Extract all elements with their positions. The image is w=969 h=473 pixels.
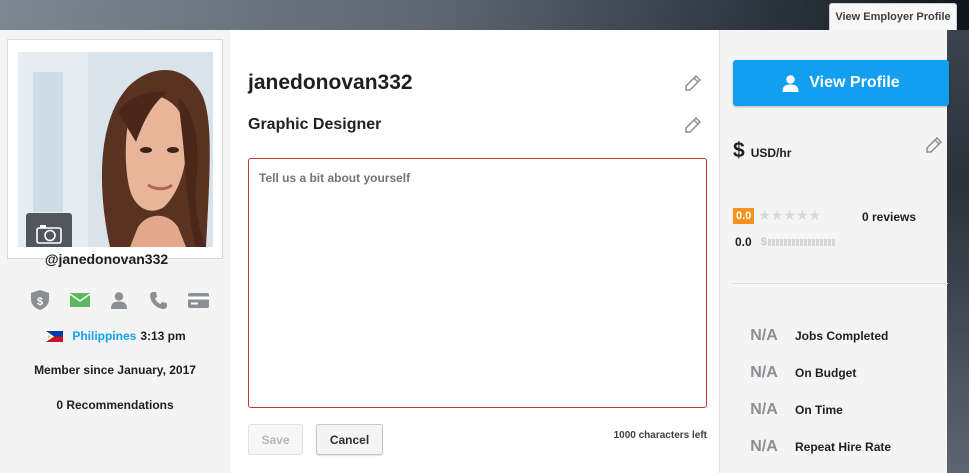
svg-text:$: $ xyxy=(37,296,43,308)
view-profile-label: View Profile xyxy=(809,74,900,91)
view-employer-profile-button[interactable]: View Employer Profile xyxy=(829,3,957,30)
shield-dollar-icon: $ xyxy=(29,289,51,311)
stat-label: On Budget xyxy=(795,365,857,380)
stat-label: Repeat Hire Rate xyxy=(795,439,892,454)
about-textarea[interactable] xyxy=(248,158,707,408)
rate-unit: USD/hr xyxy=(750,146,792,160)
earnings-bar: $ xyxy=(761,236,835,248)
location-line: Philippines 3:13 pm xyxy=(0,329,232,343)
stat-repeat-hire-rate: N/A Repeat Hire Rate xyxy=(733,428,948,465)
edit-headline-pencil-icon[interactable] xyxy=(685,117,701,133)
profile-stats-sidebar: View Profile $ USD/hr 0.0 ★★★★★ 0 review… xyxy=(719,30,949,473)
cancel-button[interactable]: Cancel xyxy=(316,424,383,455)
philippines-flag-icon xyxy=(46,330,64,342)
profile-sidebar: @janedonovan332 $ Philippines 3:13 pm Me… xyxy=(0,30,230,473)
stat-label: Jobs Completed xyxy=(795,328,889,343)
banner-edge xyxy=(947,30,969,473)
stat-value: N/A xyxy=(750,363,778,381)
header-banner xyxy=(0,0,969,30)
stat-value: N/A xyxy=(750,400,778,418)
user-icon xyxy=(108,289,130,311)
save-button[interactable]: Save xyxy=(248,424,303,455)
username-title: janedonovan332 xyxy=(248,71,413,94)
currency-symbol: $ xyxy=(733,139,745,162)
view-profile-button[interactable]: View Profile xyxy=(733,60,949,106)
credit-card-icon xyxy=(187,289,209,311)
earnings-symbol: $ xyxy=(760,236,767,248)
stat-on-time: N/A On Time xyxy=(733,391,948,428)
camera-icon xyxy=(36,225,62,244)
stat-value: N/A xyxy=(750,326,778,344)
edit-username-pencil-icon[interactable] xyxy=(685,75,701,91)
change-photo-button[interactable] xyxy=(26,213,72,247)
envelope-icon xyxy=(69,289,91,311)
earnings-row: 0.0 $ xyxy=(735,235,835,249)
user-icon xyxy=(782,74,799,92)
hourly-rate: $ USD/hr xyxy=(733,139,791,163)
stat-on-budget: N/A On Budget xyxy=(733,354,948,391)
character-count: 1000 characters left xyxy=(613,430,707,441)
reviews-count[interactable]: 0 reviews xyxy=(862,210,916,224)
stat-jobs-completed: N/A Jobs Completed xyxy=(733,317,948,354)
profile-handle: @janedonovan332 xyxy=(44,251,169,267)
stat-value: N/A xyxy=(750,437,778,455)
earnings-score: 0.0 xyxy=(735,235,752,249)
phone-icon xyxy=(148,289,170,311)
profile-main: janedonovan332 Graphic Designer Save Can… xyxy=(230,30,719,473)
local-time: 3:13 pm xyxy=(140,329,186,343)
divider xyxy=(733,283,948,284)
stat-label: On Time xyxy=(795,402,843,417)
recommendations-count[interactable]: 0 Recommendations xyxy=(0,398,230,412)
rating-row: 0.0 ★★★★★ xyxy=(733,207,821,224)
verification-icons: $ xyxy=(29,289,209,311)
star-rating: ★★★★★ xyxy=(758,207,822,223)
stats-list: N/A Jobs Completed N/A On Budget N/A On … xyxy=(733,317,948,465)
rating-badge: 0.0 xyxy=(733,207,755,224)
edit-rate-pencil-icon[interactable] xyxy=(926,137,942,153)
member-since: Member since January, 2017 xyxy=(34,363,196,377)
avatar xyxy=(18,52,213,247)
avatar-frame xyxy=(7,39,223,259)
headline-title: Graphic Designer xyxy=(248,116,382,133)
country-link[interactable]: Philippines xyxy=(72,329,136,343)
